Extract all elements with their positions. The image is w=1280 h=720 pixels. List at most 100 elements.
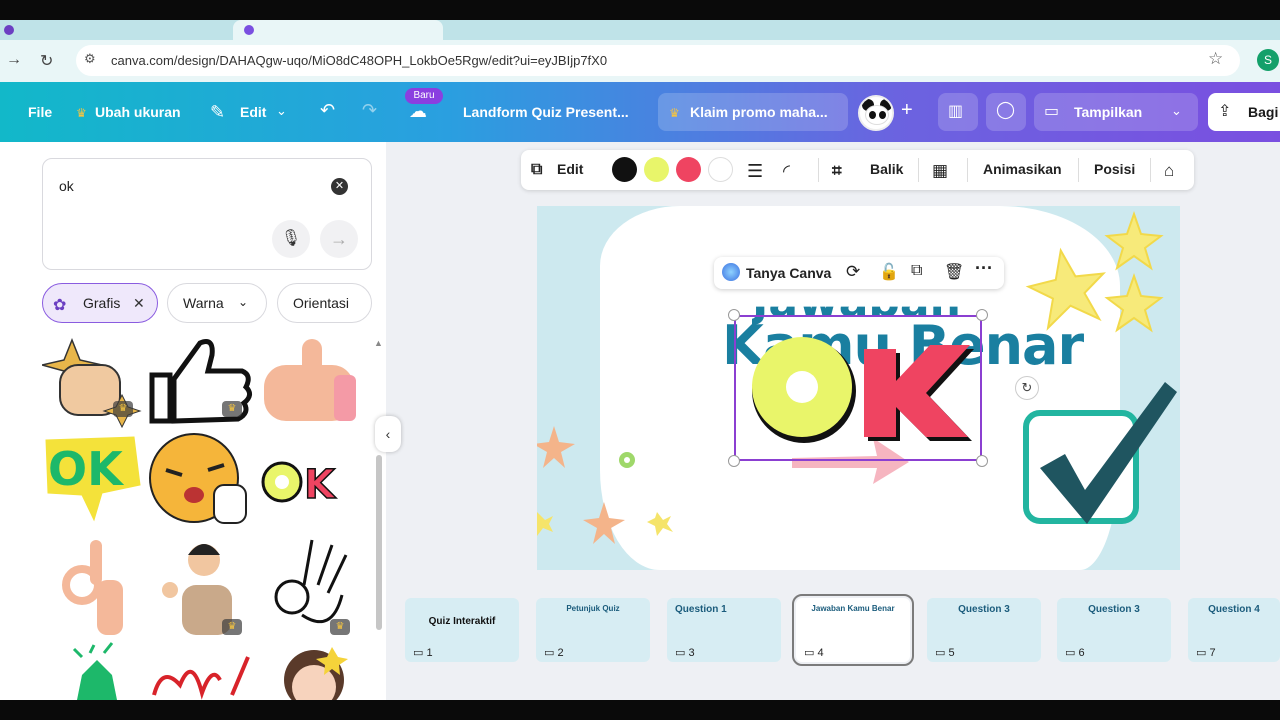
comment-add-icon[interactable]: ⟳ xyxy=(846,262,860,282)
pencil-icon: ✎ xyxy=(210,102,226,122)
thumbnail-page-6[interactable]: Question 3 ▭ 6 xyxy=(1057,598,1171,662)
tab-active[interactable] xyxy=(233,20,443,40)
share-icon: ⇪ xyxy=(1218,103,1232,120)
present-label[interactable]: Tampilkan xyxy=(1074,104,1142,120)
result-thumbs-up-hand[interactable] xyxy=(264,339,356,421)
svg-text:K: K xyxy=(304,462,337,508)
rotate-icon[interactable]: ↻ xyxy=(1015,376,1039,400)
result-ok-speech-bubble[interactable]: OK xyxy=(45,436,141,522)
search-field[interactable] xyxy=(42,158,372,270)
chevron-down-icon[interactable]: ⌄ xyxy=(276,103,287,119)
panel-scrollbar[interactable] xyxy=(376,455,382,630)
resize-handle-bl[interactable] xyxy=(728,455,740,467)
trash-icon[interactable]: 🗑 xyxy=(944,262,964,282)
promo-label[interactable]: Klaim promo maha... xyxy=(690,104,828,120)
duplicate-icon[interactable]: ⧉ xyxy=(911,262,922,280)
svg-text:OK: OK xyxy=(48,442,125,496)
result-ok-hand-outline[interactable] xyxy=(274,539,348,624)
present-options-chevron-icon[interactable]: ⌄ xyxy=(1171,103,1182,119)
resize-handle-br[interactable] xyxy=(976,455,988,467)
user-avatar[interactable] xyxy=(858,95,894,131)
premium-crown-icon: ♛ xyxy=(113,401,133,417)
reload-icon[interactable]: ↻ xyxy=(40,51,53,71)
bookmark-star-icon[interactable]: ☆ xyxy=(1208,49,1223,69)
forward-icon[interactable]: → xyxy=(6,51,22,69)
resize-button[interactable]: Ubah ukuran xyxy=(95,104,181,120)
submit-search-icon[interactable]: → xyxy=(320,220,358,258)
filter-color-chip[interactable]: Warna ⌄ xyxy=(167,283,267,323)
color-swatch-yellow[interactable] xyxy=(644,157,669,182)
animate-button[interactable]: Animasikan xyxy=(983,161,1062,177)
position-button[interactable]: Posisi xyxy=(1094,161,1135,177)
remove-filter-icon[interactable]: ✕ xyxy=(133,295,145,312)
selection-box[interactable] xyxy=(734,315,982,461)
edit-image-button[interactable]: Edit xyxy=(557,161,583,177)
flip-button[interactable]: Balik xyxy=(870,161,903,177)
premium-crown-icon: ♛ xyxy=(330,619,350,635)
result-ok-hand-gesture[interactable] xyxy=(62,540,123,635)
file-menu[interactable]: File xyxy=(28,104,52,120)
result-red-scribble[interactable] xyxy=(152,656,250,700)
share-label[interactable]: Bagi xyxy=(1248,104,1278,120)
filter-orientation-chip[interactable]: Orientasi xyxy=(277,283,372,323)
window-top-edge xyxy=(0,0,1280,20)
thumbnail-page-7[interactable]: Question 4 ▭ 7 xyxy=(1188,598,1280,662)
color-swatch-white[interactable] xyxy=(708,157,733,182)
copy-style-icon[interactable]: ⌂ xyxy=(1164,161,1174,181)
color-swatch-black[interactable] xyxy=(612,157,637,182)
url-text[interactable]: canva.com/design/DAHAQgw-uqo/MiO8dC48OPH… xyxy=(111,53,607,68)
document-title[interactable]: Landform Quiz Present... xyxy=(463,104,629,120)
result-green-sticker[interactable] xyxy=(72,642,117,700)
resize-handle-tr[interactable] xyxy=(976,309,988,321)
collapse-panel-icon[interactable]: ‹ xyxy=(375,416,401,452)
graphics-icon: ✿ xyxy=(53,297,67,314)
toolbar-divider xyxy=(1078,158,1079,182)
tab-favicon xyxy=(4,25,14,35)
filter-orientation-label: Orientasi xyxy=(293,295,350,311)
present-screen-icon: ▭ xyxy=(1044,103,1060,120)
filter-color-label: Warna xyxy=(183,295,224,311)
border-style-icon[interactable]: ☰ xyxy=(747,161,763,182)
side-nav-rail xyxy=(0,142,14,700)
voice-search-icon[interactable]: 🎙 xyxy=(272,220,310,258)
scroll-up-icon[interactable]: ▲ xyxy=(374,338,383,348)
filter-graphics-chip[interactable]: ✿ Grafis ✕ xyxy=(42,283,158,323)
edit-image-icon[interactable]: ⧉ xyxy=(531,161,542,179)
site-settings-icon[interactable]: ⚙ xyxy=(84,51,96,67)
resize-handle-tl[interactable] xyxy=(728,309,740,321)
thumbnail-page-5[interactable]: Question 3 ▭ 5 xyxy=(927,598,1041,662)
tab-inactive[interactable] xyxy=(30,22,33,34)
promo-crown-icon: ♛ xyxy=(669,106,680,120)
thumbnail-page-4[interactable]: Jawaban Kamu Benar ▭ 4 xyxy=(792,594,914,666)
thumbnail-page-2[interactable]: Petunjuk Quiz ▭ 2 xyxy=(536,598,650,662)
cloud-saved-icon[interactable]: ☁ xyxy=(409,101,427,122)
lock-icon[interactable]: 🔓 xyxy=(879,262,899,282)
toolbar-divider xyxy=(967,158,968,182)
add-collaborator-icon[interactable]: + xyxy=(901,99,913,122)
ask-canva-button[interactable]: Tanya Canva xyxy=(746,265,831,281)
result-ok-lettering[interactable]: K xyxy=(261,461,338,509)
redo-icon[interactable]: ↷ xyxy=(362,100,377,121)
result-girl-wink[interactable] xyxy=(284,647,348,700)
clear-search-icon[interactable]: ✕ xyxy=(331,178,348,195)
filter-graphics-label: Grafis xyxy=(83,295,121,311)
color-swatch-red[interactable] xyxy=(676,157,701,182)
tab-active-favicon xyxy=(244,25,254,35)
tab-strip xyxy=(0,20,1280,40)
thumbnail-page-1[interactable]: Quiz Interaktif ▭ 1 xyxy=(405,598,519,662)
comment-icon: ◯ xyxy=(996,100,1016,119)
crop-icon[interactable]: ⌗ xyxy=(832,161,842,181)
premium-crown-icon: ♛ xyxy=(222,619,242,635)
corner-rounding-icon[interactable]: ◜ xyxy=(783,161,790,182)
chevron-down-icon: ⌄ xyxy=(238,295,249,309)
undo-icon[interactable]: ↶ xyxy=(320,100,335,121)
profile-avatar[interactable]: S xyxy=(1257,49,1279,71)
more-options-icon[interactable]: ··· xyxy=(975,258,993,279)
transparency-icon[interactable]: ▦ xyxy=(932,161,948,181)
results-grid: OK K xyxy=(42,337,356,700)
search-query[interactable]: ok xyxy=(59,178,74,194)
toolbar-divider xyxy=(1150,158,1151,182)
edit-mode-button[interactable]: Edit xyxy=(240,104,266,120)
thumbnail-page-3[interactable]: Question 1 ▭ 3 xyxy=(667,598,781,662)
result-emoji-ok-hand[interactable] xyxy=(149,433,247,524)
